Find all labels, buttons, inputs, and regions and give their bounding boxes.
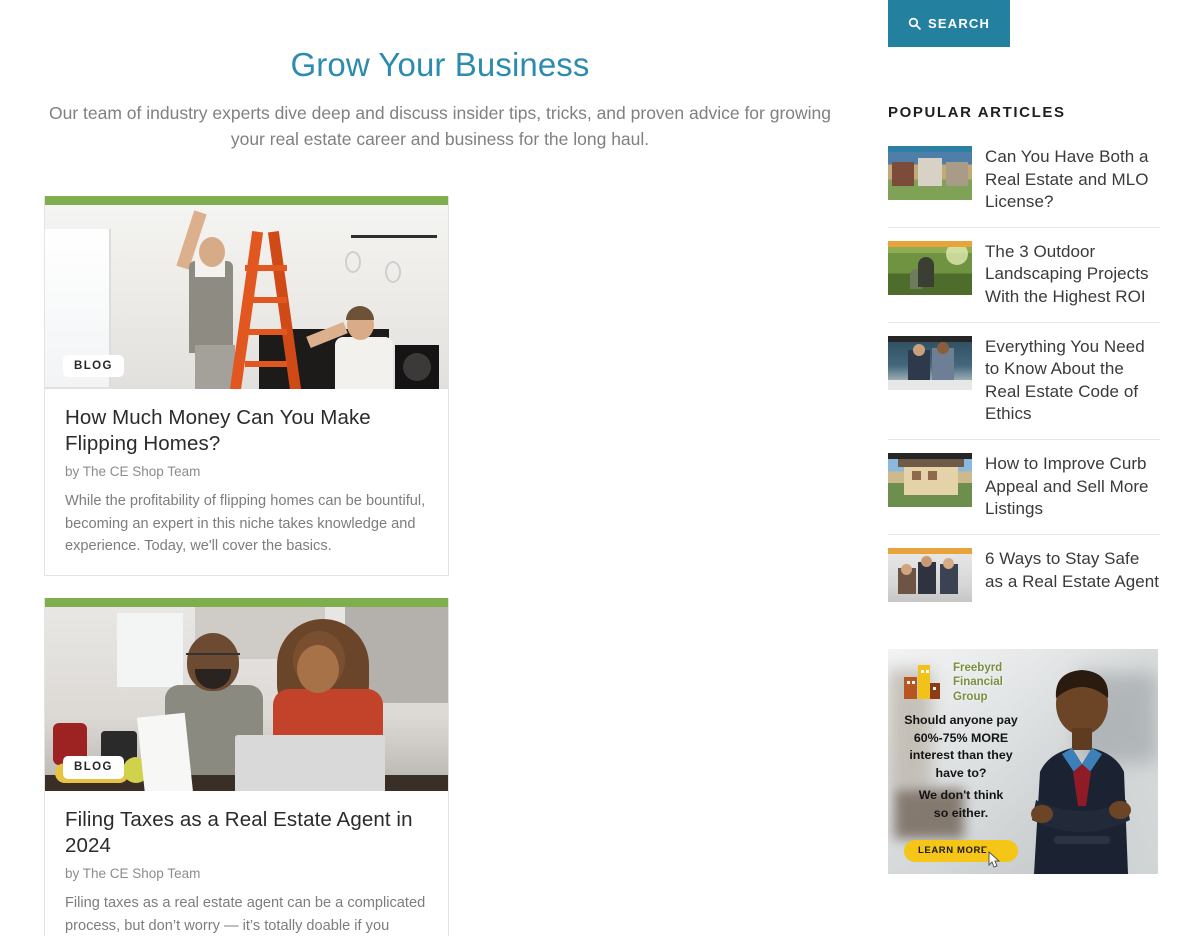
card-accent-bar [45,597,448,607]
article-card[interactable]: BLOG Filing Taxes as a Real Estate Agent… [44,597,449,936]
blog-listing-page: Grow Your Business Our team of industry … [0,0,1200,936]
card-body: How Much Money Can You Make Flipping Hom… [45,389,448,575]
card-excerpt: While the profitability of flipping home… [65,493,426,554]
popular-article-title[interactable]: Can You Have Both a Real Estate and MLO … [985,146,1160,214]
ad-brand-line-3: Group [953,690,988,703]
row-of-houses-thumbnail [888,146,972,200]
search-button-label: SEARCH [928,16,991,31]
ad-copy-line-5: We don't think [918,787,1004,802]
popular-article-title[interactable]: 6 Ways to Stay Safe as a Real Estate Age… [985,548,1160,602]
card-image: BLOG [45,606,448,791]
thumbnail-accent-bar [888,547,972,554]
card-badge: BLOG [63,756,124,779]
card-author: by The CE Shop Team [65,866,201,882]
list-item[interactable]: How to Improve Curb Appeal and Sell More… [888,440,1160,535]
card-accent-bar [45,196,448,205]
house-exterior-thumbnail [888,453,972,508]
popular-articles-list: Can You Have Both a Real Estate and MLO … [888,133,1160,615]
article-thumbnail [888,335,972,390]
ad-brand-name: Freebyrd Financial Group [953,661,1003,704]
list-item[interactable]: Everything You Need to Know About the Re… [888,323,1160,441]
article-thumbnail [888,547,972,602]
gardening-family-thumbnail [888,240,972,295]
search-icon [908,17,921,30]
ad-copy-line-6: so either. [933,805,989,820]
list-item[interactable]: 6 Ways to Stay Safe as a Real Estate Age… [888,535,1160,615]
article-thumbnail [888,240,972,295]
thumbnail-accent-bar [888,240,972,247]
cursor-click-icon [983,843,1003,868]
ad-brand-line-2: Financial [953,676,1003,689]
ad-headline: Should anyone pay 60%-75% MORE interest … [896,712,1026,782]
popular-article-title[interactable]: The 3 Outdoor Landscaping Projects With … [985,241,1160,309]
ad-copy-line-3: interest than they [909,748,1013,763]
thumbnail-accent-bar [888,335,972,342]
ad-subheadline: We don't think so either. [896,787,1026,822]
popular-article-title[interactable]: How to Improve Curb Appeal and Sell More… [985,453,1160,521]
ad-copy-line-4: have to? [935,765,987,780]
list-item[interactable]: The 3 Outdoor Landscaping Projects With … [888,228,1160,323]
article-card[interactable]: BLOG How Much Money Can You Make Flippin… [44,196,449,576]
list-item[interactable]: Can You Have Both a Real Estate and MLO … [888,133,1160,228]
popular-articles-heading: POPULAR ARTICLES [888,104,1066,121]
article-card-grid: BLOG How Much Money Can You Make Flippin… [44,196,854,936]
building-icon [904,664,940,699]
two-men-meeting-thumbnail [888,335,972,390]
card-title[interactable]: How Much Money Can You Make Flipping Hom… [65,405,428,457]
ad-brand-line-1: Freebyrd [953,661,1003,674]
card-excerpt: Filing taxes as a real estate agent can … [65,895,426,934]
card-image: BLOG [45,205,448,389]
page-title: Grow Your Business [290,46,590,83]
search-button[interactable]: SEARCH [888,0,1011,47]
thumbnail-accent-bar [888,146,972,152]
card-author: by The CE Shop Team [65,464,201,480]
article-thumbnail [888,453,972,508]
main-content-column: Grow Your Business Our team of industry … [0,0,880,936]
thumbnail-accent-bar [888,453,972,460]
ad-logo: Freebyrd Financial Group [902,661,1003,704]
popular-article-title[interactable]: Everything You Need to Know About the Re… [985,336,1160,426]
card-title[interactable]: Filing Taxes as a Real Estate Agent in 2… [65,807,428,859]
agents-group-thumbnail [888,547,972,602]
sidebar: SEARCH POPULAR ARTICLES Can You Have Bot… [888,0,1160,874]
ad-copy-line-2: 60%-75% MORE [913,730,1009,745]
sidebar-ad-banner[interactable]: Freebyrd Financial Group Should anyone p… [888,648,1158,874]
page-subtitle: Our team of industry experts dive deep a… [48,102,832,150]
ad-copy-line-1: Should anyone pay [904,712,1018,727]
card-body: Filing Taxes as a Real Estate Agent in 2… [45,791,448,936]
card-badge: BLOG [63,354,124,377]
article-thumbnail [888,146,972,200]
